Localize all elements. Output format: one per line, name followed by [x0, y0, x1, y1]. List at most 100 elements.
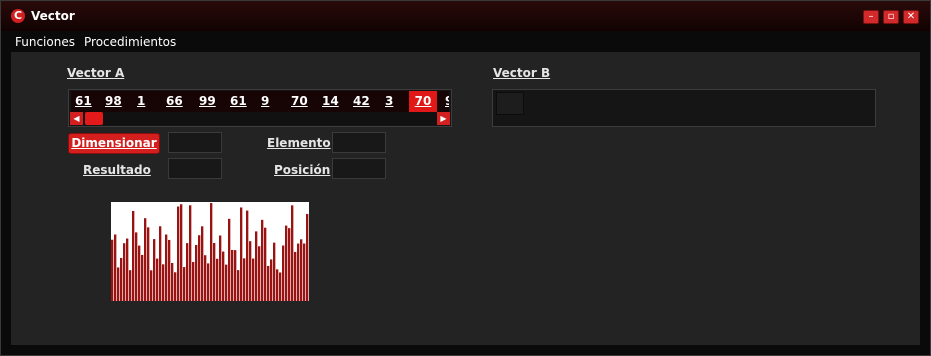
scroll-thumb[interactable] [85, 112, 103, 125]
chart-bar [135, 232, 138, 301]
minimize-icon: – [868, 11, 874, 22]
vector-a-cell[interactable]: 70 [291, 91, 308, 112]
chart-bar [273, 242, 276, 301]
vector-a-cell[interactable]: 98 [105, 91, 122, 112]
chart-bar [255, 231, 258, 301]
app-logo-icon: C [11, 9, 25, 23]
dimension-input[interactable] [168, 132, 222, 153]
chart-bar [288, 228, 291, 301]
chart-bar [159, 226, 162, 301]
chart-bar [198, 235, 201, 301]
chart-bar [114, 234, 117, 301]
chart-bar [195, 244, 198, 301]
maximize-button[interactable]: ▫ [883, 10, 899, 24]
chart-bar [282, 245, 285, 301]
chart-bar [171, 262, 174, 301]
chart-bar [240, 207, 243, 301]
chart-bar [252, 258, 255, 301]
chart-bar [216, 258, 219, 301]
vector-a-cell[interactable]: 9 [261, 91, 269, 112]
minimize-button[interactable]: – [863, 10, 879, 24]
chart-bar [234, 250, 237, 301]
chart-bar [126, 238, 129, 301]
chart-bar [303, 243, 306, 301]
resultado-label: Resultado [83, 163, 151, 177]
menu-funciones[interactable]: Funciones [15, 35, 75, 49]
vector-b-list[interactable] [492, 89, 876, 127]
menu-procedimientos[interactable]: Procedimientos [84, 35, 176, 49]
chart-bar [165, 234, 168, 301]
vector-a-cell[interactable]: 14 [322, 91, 339, 112]
chart-bar [138, 245, 141, 301]
vector-a-cell[interactable]: 9 [445, 91, 449, 112]
vector-b-cell[interactable] [496, 92, 524, 115]
vector-b-label: Vector B [493, 66, 551, 80]
elemento-input[interactable] [332, 132, 386, 153]
close-button[interactable]: ✕ [903, 10, 919, 24]
chart-bar [141, 254, 144, 301]
chart-bar [129, 270, 132, 301]
chart-bar [291, 205, 294, 301]
chart-bar [210, 203, 213, 301]
chart-bar [144, 218, 147, 301]
vector-a-cell[interactable]: 99 [199, 91, 216, 112]
chart-bar [156, 258, 159, 301]
vector-a-cell[interactable]: 66 [166, 91, 183, 112]
scroll-right-button[interactable]: ▶ [437, 112, 450, 125]
chart-bar [201, 226, 204, 301]
chart-bar [270, 259, 273, 301]
menu-bar: Funciones Procedimientos [1, 31, 930, 51]
chart-bar [237, 270, 240, 301]
chart-bar [120, 257, 123, 301]
chart-bar [204, 255, 207, 301]
chart-bar [219, 235, 222, 301]
vector-bar-chart [111, 202, 309, 301]
chart-bar [267, 265, 270, 301]
chart-bar [297, 243, 300, 301]
arrow-left-icon: ◀ [73, 114, 80, 123]
chart-bar [285, 225, 288, 301]
chart-bar [243, 258, 246, 301]
chart-bar [228, 218, 231, 301]
window-title: Vector [31, 9, 75, 23]
posicion-label: Posición [274, 163, 331, 177]
close-icon: ✕ [906, 11, 916, 22]
title-bar[interactable]: C Vector – ▫ ✕ [1, 1, 930, 31]
chart-bar [213, 243, 216, 301]
chart-bar [246, 210, 249, 301]
chart-bar [162, 264, 165, 301]
chart-bar [264, 227, 267, 301]
chart-bar [276, 269, 279, 301]
chart-bar [231, 249, 234, 301]
vector-a-cells: 61 98 1 66 99 61 9 70 14 42 3 70 9 [71, 91, 449, 112]
chart-bar [168, 239, 171, 301]
vector-a-cell[interactable]: 70 [409, 91, 437, 112]
scroll-left-button[interactable]: ◀ [70, 112, 83, 125]
chart-bar [222, 251, 225, 301]
chart-bar [300, 239, 303, 301]
chart-bar [186, 243, 189, 301]
application-window: C Vector – ▫ ✕ Funciones Procedimientos … [0, 0, 931, 356]
elemento-label: Elemento [267, 136, 331, 150]
posicion-output [332, 158, 386, 179]
chart-bar [180, 204, 183, 301]
vector-a-cell[interactable]: 1 [137, 91, 145, 112]
chart-bar [150, 270, 153, 301]
chart-bar [153, 239, 156, 301]
vector-a-label: Vector A [67, 66, 125, 80]
dimensionar-button[interactable]: Dimensionar [68, 133, 160, 154]
chart-bar [123, 243, 126, 301]
vector-a-cell[interactable]: 61 [230, 91, 247, 112]
horizontal-scrollbar[interactable]: ◀ ▶ [70, 112, 450, 125]
chart-bar [258, 246, 261, 301]
vector-a-cell[interactable]: 61 [75, 91, 92, 112]
maximize-icon: ▫ [887, 11, 895, 22]
vector-a-cell[interactable]: 3 [385, 91, 393, 112]
vector-a-cell[interactable]: 42 [353, 91, 370, 112]
chart-bar [279, 272, 282, 301]
chart-bar [177, 206, 180, 301]
chart-bar [294, 251, 297, 301]
chart-bar [174, 272, 177, 301]
chart-bar [225, 264, 228, 301]
vector-a-list[interactable]: 61 98 1 66 99 61 9 70 14 42 3 70 9 ◀ ▶ [68, 89, 452, 127]
